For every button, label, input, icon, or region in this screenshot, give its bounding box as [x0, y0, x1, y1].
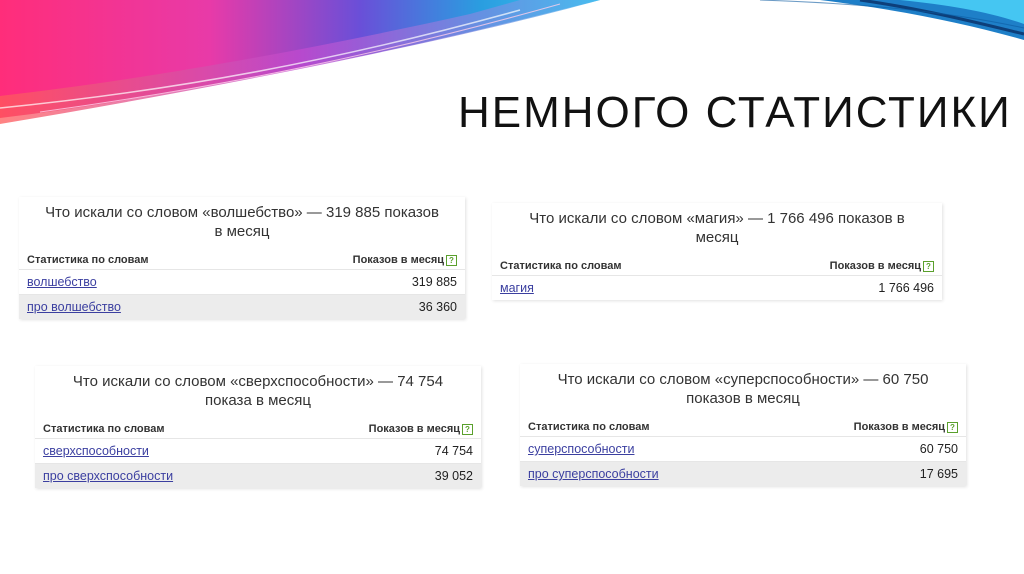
table-row: магия 1 766 496 [492, 275, 942, 300]
keyword-link[interactable]: сверхспособности [43, 444, 149, 458]
show-count: 319 885 [411, 275, 457, 289]
card-heading-line2: месяц [695, 229, 739, 246]
stat-card-superpowers-super: Что искали со словом «суперспособности» … [520, 364, 966, 486]
slide-title: НЕМНОГО СТАТИСТИКИ [458, 88, 1012, 137]
column-header: Статистика по словам Показов в месяц? [35, 420, 481, 438]
show-count: 74 754 [434, 444, 473, 458]
column-header-words: Статистика по словам [43, 423, 165, 435]
column-header-shows-label: Показов в месяц [352, 254, 444, 266]
table-row: сверхспособности 74 754 [35, 438, 481, 463]
card-heading: Что искали со словом «сверхспособности» … [35, 366, 481, 414]
column-header-shows: Показов в месяц? [353, 254, 457, 266]
card-heading-line1: Что искали со словом «магия» — 1 766 496… [529, 210, 905, 227]
card-heading: Что искали со словом «волшебство» — 319 … [19, 197, 465, 245]
help-icon[interactable]: ? [446, 254, 457, 266]
column-header: Статистика по словам Показов в месяц? [492, 257, 942, 275]
keyword-link[interactable]: суперспособности [528, 442, 634, 456]
table-row: про волшебство 36 360 [19, 294, 465, 319]
table-row: про суперспособности 17 695 [520, 461, 966, 486]
card-heading-line1: Что искали со словом «волшебство» — 319 … [45, 204, 439, 221]
card-heading-line1: Что искали со словом «суперспособности» … [557, 371, 929, 388]
column-header-shows-label: Показов в месяц [829, 260, 921, 272]
card-heading-line2: в месяц [214, 223, 270, 240]
show-count: 39 052 [434, 469, 473, 483]
card-heading-line2: показа в месяц [205, 392, 311, 409]
column-header-words: Статистика по словам [528, 421, 650, 433]
card-heading-line1: Что искали со словом «сверхспособности» … [72, 373, 444, 390]
keyword-link[interactable]: про волшебство [27, 300, 121, 314]
table-row: суперспособности 60 750 [520, 436, 966, 461]
keyword-link[interactable]: магия [500, 281, 534, 295]
show-count: 17 695 [919, 467, 958, 481]
card-heading: Что искали со словом «суперспособности» … [520, 364, 966, 412]
column-header-shows-label: Показов в месяц [368, 423, 460, 435]
keyword-link[interactable]: волшебство [27, 275, 97, 289]
keyword-link[interactable]: про сверхспособности [43, 469, 173, 483]
column-header-words: Статистика по словам [27, 254, 149, 266]
table-row: волшебство 319 885 [19, 269, 465, 294]
show-count: 60 750 [919, 442, 958, 456]
show-count: 1 766 496 [878, 281, 934, 295]
table-row: про сверхспособности 39 052 [35, 463, 481, 488]
help-icon[interactable]: ? [947, 421, 958, 433]
stat-card-magia: Что искали со словом «магия» — 1 766 496… [492, 203, 942, 300]
column-header: Статистика по словам Показов в месяц? [520, 418, 966, 436]
help-icon[interactable]: ? [462, 423, 473, 435]
column-header-shows: Показов в месяц? [369, 423, 473, 435]
help-icon[interactable]: ? [923, 260, 934, 272]
column-header-words: Статистика по словам [500, 260, 622, 272]
card-heading-line2: показов в месяц [686, 390, 800, 407]
stat-card-superpowers-sverkh: Что искали со словом «сверхспособности» … [35, 366, 481, 488]
stat-card-magic-word: Что искали со словом «волшебство» — 319 … [19, 197, 465, 319]
card-heading: Что искали со словом «магия» — 1 766 496… [492, 203, 942, 251]
keyword-link[interactable]: про суперспособности [528, 467, 659, 481]
show-count: 36 360 [418, 300, 457, 314]
column-header-shows: Показов в месяц? [854, 421, 958, 433]
column-header-shows: Показов в месяц? [830, 260, 934, 272]
column-header: Статистика по словам Показов в месяц? [19, 251, 465, 269]
column-header-shows-label: Показов в месяц [853, 421, 945, 433]
